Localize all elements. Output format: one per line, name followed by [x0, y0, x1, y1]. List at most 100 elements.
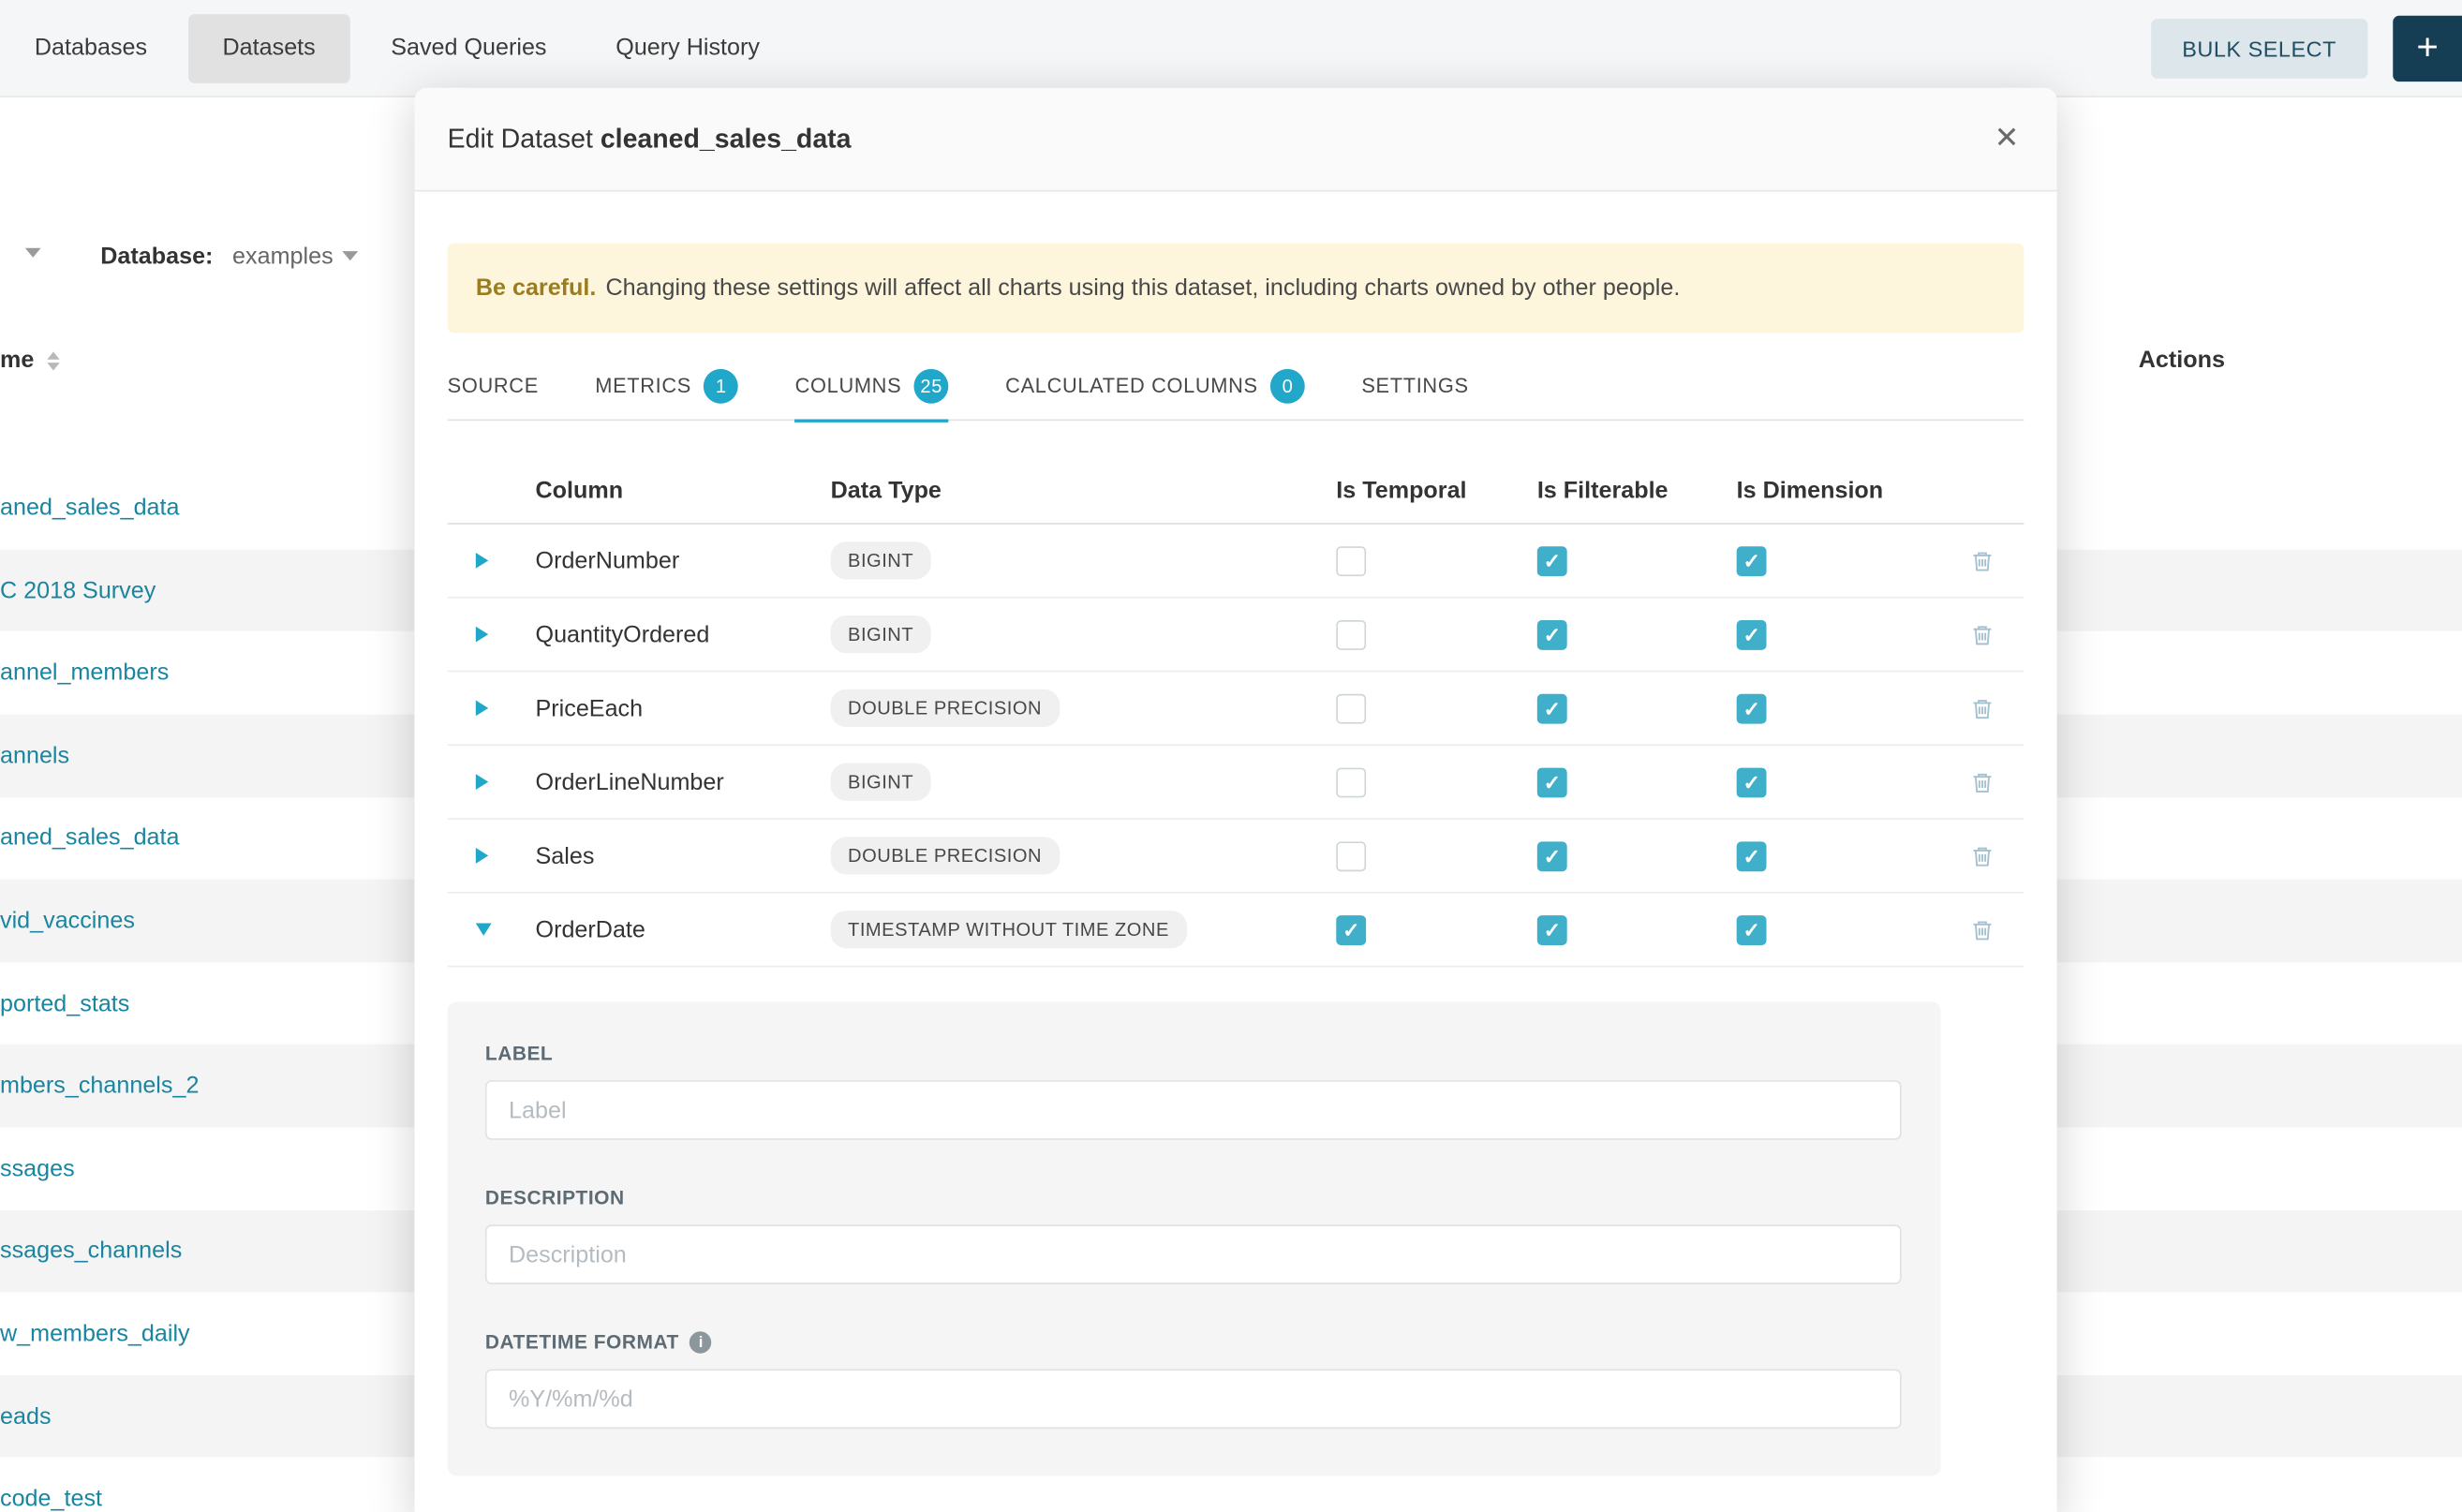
delete-column-icon[interactable] [1970, 918, 1994, 941]
is-filterable-checkbox[interactable] [1537, 841, 1567, 871]
dataset-link[interactable]: ssages_channels [0, 1238, 182, 1264]
name-column-header-label: me [0, 347, 34, 373]
expand-caret-icon[interactable] [476, 701, 488, 717]
is-dimension-checkbox[interactable] [1737, 619, 1767, 649]
is-temporal-checkbox[interactable] [1336, 693, 1366, 723]
datetime-format-field-label: DATETIME FORMAT i [485, 1331, 1903, 1353]
nav-item-datasets[interactable]: Datasets [188, 13, 350, 82]
bulk-select-button[interactable]: BULK SELECT [2151, 18, 2368, 78]
tab-label: COLUMNS [795, 374, 902, 397]
database-filter-chevron-icon[interactable] [342, 251, 358, 260]
is-temporal-checkbox[interactable] [1336, 545, 1366, 575]
nav-item-query-history[interactable]: Query History [581, 0, 793, 96]
expand-caret-icon[interactable] [476, 848, 488, 864]
tab-label: SETTINGS [1361, 374, 1468, 397]
column-name: PriceEach [536, 695, 831, 721]
is-dimension-checkbox[interactable] [1737, 767, 1767, 797]
column-name: OrderDate [536, 916, 831, 942]
dataset-link[interactable]: annels [0, 742, 69, 768]
expand-caret-icon[interactable] [476, 553, 488, 569]
data-type-pill: BIGINT [831, 541, 931, 579]
warning-banner: Be careful. Changing these settings will… [448, 244, 2024, 334]
name-column-header[interactable]: me [0, 347, 59, 373]
is-dimension-checkbox[interactable] [1737, 914, 1767, 944]
filter-chevron-down-icon[interactable] [25, 248, 41, 258]
close-icon[interactable]: ✕ [1995, 124, 2020, 154]
warning-bold-text: Be careful. [476, 274, 597, 301]
dataset-link[interactable]: aned_sales_data [0, 495, 180, 521]
dataset-link[interactable]: C 2018 Survey [0, 577, 156, 603]
datetime-format-input[interactable] [485, 1369, 1902, 1429]
header-is-filterable: Is Filterable [1537, 478, 1737, 504]
datetime-format-label-text: DATETIME FORMAT [485, 1331, 679, 1353]
is-filterable-checkbox[interactable] [1537, 619, 1567, 649]
columns-count-badge: 25 [914, 368, 949, 403]
column-row: OrderDate TIMESTAMP WITHOUT TIME ZONE [448, 894, 2024, 968]
tab-source[interactable]: SOURCE [448, 351, 539, 421]
delete-column-icon[interactable] [1970, 696, 1994, 719]
dataset-link[interactable]: ssages [0, 1155, 75, 1181]
tab-calculated-columns[interactable]: CALCULATED COLUMNS 0 [1005, 351, 1305, 421]
is-filterable-checkbox[interactable] [1537, 914, 1567, 944]
edit-dataset-modal: Edit Dataset cleaned_sales_data ✕ Be car… [414, 88, 2056, 1512]
datetime-format-field-group: DATETIME FORMAT i [485, 1331, 1903, 1429]
delete-column-icon[interactable] [1970, 770, 1994, 793]
column-name: QuantityOrdered [536, 621, 831, 647]
dataset-link[interactable]: eads [0, 1403, 52, 1430]
dataset-link[interactable]: annel_members [0, 660, 169, 686]
is-dimension-checkbox[interactable] [1737, 841, 1767, 871]
header-data-type: Data Type [831, 478, 1337, 504]
is-temporal-checkbox[interactable] [1336, 619, 1366, 649]
info-icon[interactable]: i [690, 1331, 712, 1353]
top-nav: Databases Datasets Saved Queries Query H… [0, 0, 2462, 97]
dataset-link[interactable]: ported_stats [0, 990, 129, 1016]
tab-settings[interactable]: SETTINGS [1361, 351, 1468, 421]
label-field-group: LABEL [485, 1043, 1903, 1140]
screenshot-viewport: Databases Datasets Saved Queries Query H… [0, 0, 2462, 1512]
delete-column-icon[interactable] [1970, 623, 1994, 646]
dataset-link[interactable]: aned_sales_data [0, 825, 180, 852]
is-filterable-checkbox[interactable] [1537, 767, 1567, 797]
delete-column-icon[interactable] [1970, 549, 1994, 572]
columns-table-header: Column Data Type Is Temporal Is Filterab… [448, 458, 2024, 524]
description-input[interactable] [485, 1224, 1902, 1284]
modal-title: Edit Dataset cleaned_sales_data [448, 124, 852, 156]
modal-title-prefix: Edit Dataset [448, 124, 593, 154]
column-name: Sales [536, 842, 831, 868]
dataset-link[interactable]: vid_vaccines [0, 908, 135, 934]
modal-body: Be careful. Changing these settings will… [414, 244, 2056, 1476]
tab-metrics[interactable]: METRICS 1 [595, 351, 738, 421]
delete-column-icon[interactable] [1970, 844, 1994, 867]
add-dataset-button[interactable]: + [2393, 15, 2462, 81]
is-filterable-checkbox[interactable] [1537, 693, 1567, 723]
data-type-pill: DOUBLE PRECISION [831, 837, 1060, 874]
nav-item-saved-queries[interactable]: Saved Queries [356, 0, 581, 96]
warning-text: Changing these settings will affect all … [605, 274, 1680, 301]
description-field-label: DESCRIPTION [485, 1187, 1903, 1208]
data-type-pill: BIGINT [831, 763, 931, 801]
is-temporal-checkbox[interactable] [1336, 767, 1366, 797]
modal-header: Edit Dataset cleaned_sales_data ✕ [414, 88, 2056, 192]
is-dimension-checkbox[interactable] [1737, 545, 1767, 575]
modal-tabs: SOURCE METRICS 1 COLUMNS 25 CALCULATED C… [448, 351, 2024, 421]
description-field-group: DESCRIPTION [485, 1187, 1903, 1284]
data-type-pill: TIMESTAMP WITHOUT TIME ZONE [831, 911, 1187, 948]
is-dimension-checkbox[interactable] [1737, 693, 1767, 723]
tab-columns[interactable]: COLUMNS 25 [795, 351, 949, 421]
is-temporal-checkbox[interactable] [1336, 914, 1366, 944]
collapse-caret-icon[interactable] [476, 923, 492, 935]
database-filter-value[interactable]: examples [232, 244, 334, 270]
sort-icon[interactable] [47, 351, 59, 370]
dataset-link[interactable]: code_test [0, 1486, 102, 1512]
label-input[interactable] [485, 1080, 1902, 1140]
label-field-label: LABEL [485, 1043, 1903, 1064]
is-filterable-checkbox[interactable] [1537, 545, 1567, 575]
column-detail-panel: LABEL DESCRIPTION DATETIME FORMAT i [448, 1001, 1941, 1475]
expand-caret-icon[interactable] [476, 774, 488, 790]
is-temporal-checkbox[interactable] [1336, 841, 1366, 871]
nav-item-databases[interactable]: Databases [0, 0, 182, 96]
expand-caret-icon[interactable] [476, 627, 488, 643]
dataset-link[interactable]: w_members_daily [0, 1320, 190, 1346]
dataset-link[interactable]: mbers_channels_2 [0, 1073, 199, 1099]
calculated-columns-count-badge: 0 [1270, 368, 1305, 403]
